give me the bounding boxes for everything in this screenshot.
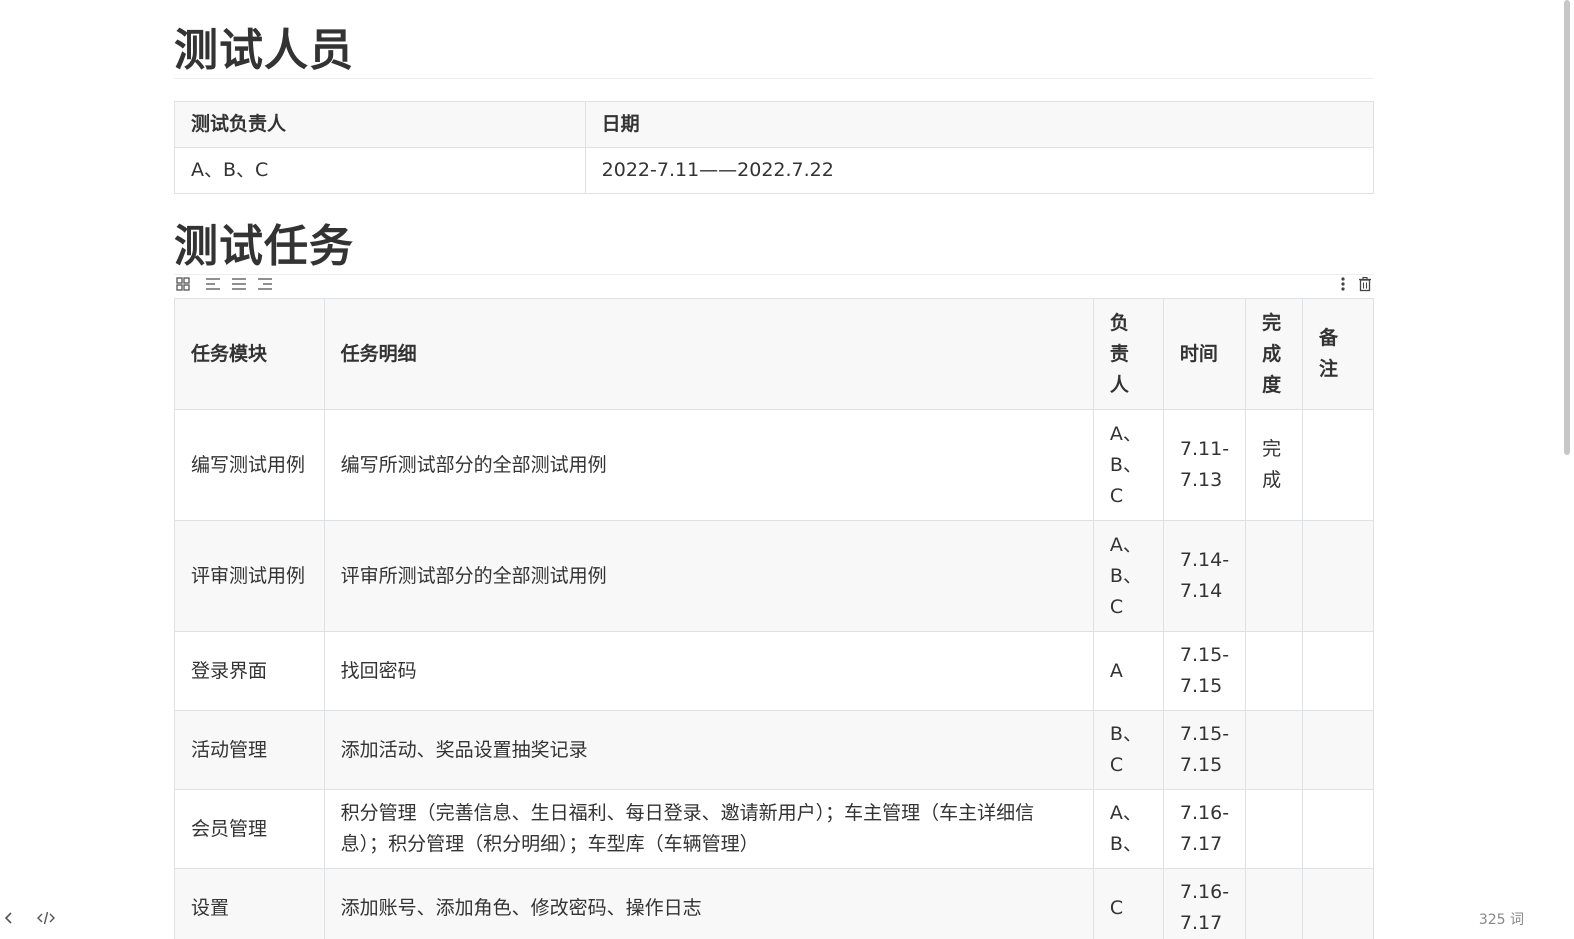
table-header-cell[interactable]: 负责人 <box>1092 298 1164 410</box>
table-row: 登录界面 找回密码 A 7.15-7.15 <box>174 631 1374 711</box>
heading-test-tasks: 测试任务 <box>174 222 1374 275</box>
grid-icon[interactable] <box>174 276 192 294</box>
table-cell[interactable] <box>1302 710 1374 790</box>
align-center-icon[interactable] <box>230 276 248 294</box>
table-header-row: 任务模块 任务明细 负责人 时间 完成度 备注 <box>174 298 1374 410</box>
table-cell[interactable]: 评审测试用例 <box>174 520 325 632</box>
table-header-cell[interactable]: 任务明细 <box>323 298 1094 410</box>
table-cell[interactable] <box>1302 789 1374 869</box>
chevron-left-icon[interactable] <box>4 910 14 930</box>
table-cell[interactable] <box>1302 868 1374 939</box>
table-cell[interactable] <box>1245 710 1304 790</box>
align-left-icon[interactable] <box>204 276 222 294</box>
table-cell[interactable]: A、B、 <box>1092 789 1164 869</box>
table-cell[interactable]: 编写测试用例 <box>174 409 325 521</box>
table-row: A、B、C 2022-7.11——2022.7.22 <box>174 147 1375 194</box>
table-cell[interactable]: 找回密码 <box>323 631 1094 711</box>
table-cell[interactable]: 积分管理（完善信息、生日福利、每日登录、邀请新用户）；车主管理（车主详细信息）；… <box>323 789 1094 869</box>
table-cell[interactable]: 2022-7.11——2022.7.22 <box>584 147 1375 194</box>
table-cell[interactable] <box>1245 631 1304 711</box>
code-icon[interactable] <box>36 910 56 930</box>
table-cell[interactable]: 编写所测试部分的全部测试用例 <box>323 409 1094 521</box>
table-header-cell[interactable]: 备注 <box>1302 298 1374 410</box>
table-row: 评审测试用例 评审所测试部分的全部测试用例 A、B、C 7.14-7.14 <box>174 520 1374 632</box>
table-cell[interactable] <box>1302 409 1374 521</box>
table-cell[interactable]: 添加活动、奖品设置抽奖记录 <box>323 710 1094 790</box>
table-cell[interactable] <box>1302 520 1374 632</box>
scrollbar-thumb[interactable] <box>1564 0 1570 455</box>
table-cell[interactable]: A <box>1092 631 1164 711</box>
table-cell[interactable]: 登录界面 <box>174 631 325 711</box>
table-toolbar <box>174 274 1374 296</box>
table-cell[interactable]: 添加账号、添加角色、修改密码、操作日志 <box>323 868 1094 939</box>
table-cell[interactable]: 7.15-7.15 <box>1162 710 1247 790</box>
table-header-row: 测试负责人 日期 <box>174 101 1375 148</box>
table-row: 设置 添加账号、添加角色、修改密码、操作日志 C 7.16-7.17 <box>174 868 1374 939</box>
align-right-icon[interactable] <box>256 276 274 294</box>
table-header-cell[interactable]: 完成度 <box>1245 298 1304 410</box>
table-cell[interactable] <box>1245 520 1304 632</box>
task-table: 任务模块 任务明细 负责人 时间 完成度 备注 编写测试用例 编写所测试部分的全… <box>174 298 1374 939</box>
table-cell[interactable]: B、C <box>1092 710 1164 790</box>
table-cell[interactable] <box>1302 631 1374 711</box>
table-cell[interactable]: 评审所测试部分的全部测试用例 <box>323 520 1094 632</box>
trash-icon[interactable] <box>1356 276 1374 294</box>
more-vertical-icon[interactable] <box>1334 276 1352 294</box>
table-row: 活动管理 添加活动、奖品设置抽奖记录 B、C 7.15-7.15 <box>174 710 1374 790</box>
table-cell[interactable]: 设置 <box>174 868 325 939</box>
table-cell[interactable] <box>1245 868 1304 939</box>
table-cell[interactable]: C <box>1092 868 1164 939</box>
table-cell[interactable]: 7.15-7.15 <box>1162 631 1247 711</box>
table-cell[interactable]: A、B、C <box>1092 409 1164 521</box>
heading-test-staff: 测试人员 <box>174 26 1374 79</box>
table-cell[interactable]: 7.16-7.17 <box>1162 789 1247 869</box>
table-cell[interactable]: A、B、C <box>1092 520 1164 632</box>
table-cell[interactable]: 7.14-7.14 <box>1162 520 1247 632</box>
word-count[interactable]: 325 词 <box>1479 909 1524 929</box>
table-cell[interactable]: A、B、C <box>174 147 586 194</box>
table-cell[interactable]: 7.11-7.13 <box>1162 409 1247 521</box>
table-cell[interactable]: 会员管理 <box>174 789 325 869</box>
table-row: 编写测试用例 编写所测试部分的全部测试用例 A、B、C 7.11-7.13 完成 <box>174 409 1374 521</box>
table-header-cell[interactable]: 时间 <box>1162 298 1247 410</box>
table-row: 会员管理 积分管理（完善信息、生日福利、每日登录、邀请新用户）；车主管理（车主详… <box>174 789 1374 869</box>
table-cell[interactable]: 完成 <box>1245 409 1304 521</box>
table-cell[interactable]: 7.16-7.17 <box>1162 868 1247 939</box>
people-table: 测试负责人 日期 A、B、C 2022-7.11——2022.7.22 <box>174 101 1375 194</box>
editor-page: 测试人员 测试负责人 日期 A、B、C 2022-7.11——2022.7.22… <box>0 0 1574 939</box>
table-header-cell[interactable]: 测试负责人 <box>174 101 586 148</box>
table-cell[interactable]: 活动管理 <box>174 710 325 790</box>
table-header-cell[interactable]: 日期 <box>584 101 1375 148</box>
table-header-cell[interactable]: 任务模块 <box>174 298 325 410</box>
vertical-scrollbar[interactable] <box>1564 0 1574 939</box>
table-cell[interactable] <box>1245 789 1304 869</box>
